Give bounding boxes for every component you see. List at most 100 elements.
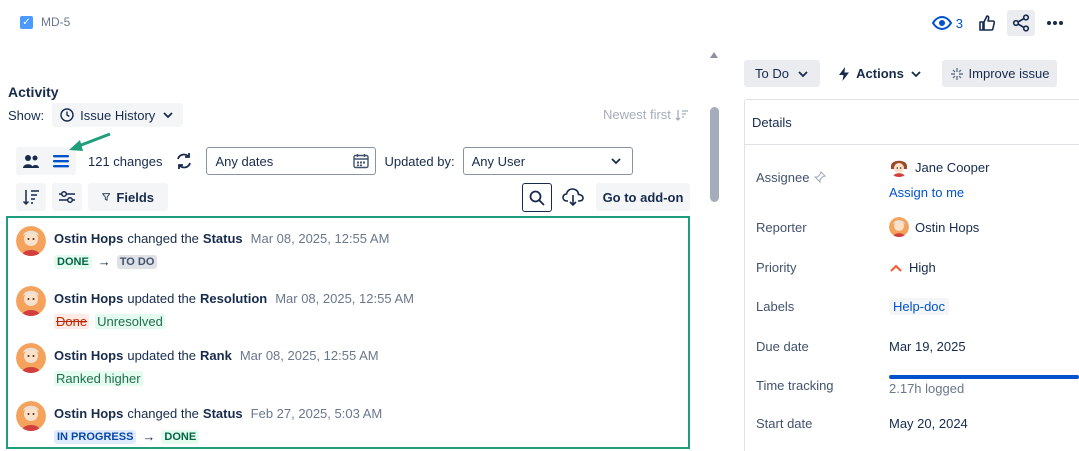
reporter-label: Reporter: [756, 220, 807, 235]
fields-label: Fields: [116, 189, 154, 205]
refresh-icon[interactable]: [174, 151, 194, 171]
top-actions: 3: [928, 10, 1069, 36]
arrow-right-icon: →: [97, 254, 111, 269]
improve-label: Improve issue: [968, 66, 1050, 81]
sort-icon: [675, 109, 688, 121]
checkbox-icon: ✓: [20, 15, 33, 29]
download-button[interactable]: [558, 183, 588, 211]
avatar: [16, 401, 46, 431]
avatar: [16, 286, 46, 316]
old-value: Done: [54, 314, 90, 329]
avatar: [16, 226, 46, 256]
history-change: Ranked higher: [54, 371, 379, 386]
show-dropdown[interactable]: Issue History: [52, 103, 184, 127]
people-view-button[interactable]: [16, 147, 46, 175]
history-field: Resolution: [200, 291, 268, 306]
status-from-lozenge: IN PROGRESS: [54, 429, 137, 444]
eye-icon: [931, 16, 952, 30]
start-date-value[interactable]: May 20, 2024: [889, 416, 968, 431]
history-time: Mar 08, 2025, 12:55 AM: [239, 348, 379, 363]
priority-value[interactable]: High: [889, 260, 936, 275]
history-time: Mar 08, 2025, 12:55 AM: [250, 231, 390, 246]
assign-to-me-link[interactable]: Assign to me: [889, 185, 964, 200]
assignee-name: Jane Cooper: [915, 159, 990, 175]
avatar: [889, 157, 909, 177]
show-label: Show:: [8, 107, 45, 123]
status-to-lozenge: DONE: [161, 429, 200, 444]
user-value: Any User: [471, 153, 526, 169]
improve-issue-button[interactable]: Improve issue: [942, 60, 1057, 87]
history-change: DONE → TO DO: [54, 254, 389, 269]
sort-label: Newest first: [603, 107, 671, 122]
history-verb: changed the: [127, 406, 199, 421]
history-entry-text: Ostin Hops changed the Status Feb 27, 20…: [54, 406, 382, 421]
chevron-down-icon: [610, 158, 621, 165]
sliders-icon: [59, 190, 75, 204]
sort-button[interactable]: [16, 183, 46, 211]
fields-button[interactable]: Fields: [88, 183, 168, 211]
sparkle-icon: [950, 67, 963, 80]
actions-label: Actions: [856, 66, 904, 81]
history-change: Done Unresolved: [54, 314, 414, 329]
filter-settings-button[interactable]: [52, 183, 82, 211]
history-list: Ostin Hops changed the Status Mar 08, 20…: [6, 216, 690, 449]
history-entry: Ostin Hops changed the Status Feb 27, 20…: [16, 401, 382, 444]
history-entry-text: Ostin Hops updated the Resolution Mar 08…: [54, 291, 414, 306]
lightning-icon: [839, 66, 850, 81]
avatar: [889, 217, 909, 237]
labels-value[interactable]: Help-doc: [889, 298, 950, 315]
due-date-value[interactable]: Mar 19, 2025: [889, 339, 966, 354]
history-time: Feb 27, 2025, 5:03 AM: [250, 406, 383, 421]
like-button[interactable]: [973, 10, 1001, 36]
sort-icon: [22, 190, 39, 206]
filter-icon: [102, 193, 111, 201]
share-button[interactable]: [1007, 10, 1035, 36]
reporter-value[interactable]: Ostin Hops: [889, 217, 979, 237]
time-tracking-value: 2.17h logged: [889, 381, 965, 396]
dates-select[interactable]: Any dates: [206, 147, 377, 175]
more-icon: [1047, 21, 1063, 25]
clock-icon: [60, 108, 74, 122]
labels-label: Labels: [756, 299, 795, 314]
show-row: Show: Issue History: [8, 103, 184, 127]
status-to-lozenge: TO DO: [116, 254, 158, 269]
time-tracking-bar[interactable]: [889, 375, 1079, 379]
watch-button[interactable]: 3: [928, 14, 967, 33]
start-date-label: Start date: [756, 416, 813, 431]
details-panel: [744, 99, 1079, 451]
scrollbar-thumb[interactable]: [710, 107, 719, 202]
new-value: Unresolved: [95, 314, 165, 329]
sort-order[interactable]: Newest first: [603, 107, 689, 122]
history-author: Ostin Hops: [54, 231, 124, 246]
annotation-arrow-icon: [69, 132, 111, 151]
search-button[interactable]: [522, 183, 552, 212]
priority-high-icon: [890, 264, 902, 272]
reporter-name: Ostin Hops: [915, 219, 980, 235]
activity-title: Activity: [8, 84, 59, 100]
history-verb: updated the: [127, 348, 197, 363]
history-entry: Ostin Hops changed the Status Mar 08, 20…: [16, 226, 389, 269]
label-tag[interactable]: Help-doc: [889, 298, 950, 315]
assignee-value[interactable]: Jane Cooper: [889, 157, 989, 177]
user-select[interactable]: Any User: [462, 147, 633, 175]
history-entry-text: Ostin Hops changed the Status Mar 08, 20…: [54, 231, 389, 246]
show-value: Issue History: [80, 107, 156, 123]
issue-key[interactable]: ✓ MD-5: [20, 15, 70, 29]
more-button[interactable]: [1041, 10, 1069, 36]
actions-button[interactable]: Actions: [830, 60, 930, 87]
avatar: [16, 343, 46, 373]
share-icon: [1012, 14, 1030, 32]
dates-value: Any dates: [215, 153, 274, 169]
status-button[interactable]: To Do: [744, 60, 820, 87]
status-label: To Do: [755, 66, 789, 81]
changes-count: 121 changes: [88, 153, 163, 169]
go-to-addon-button[interactable]: Go to add-on: [596, 183, 690, 211]
history-author: Ostin Hops: [54, 348, 124, 363]
history-entry-text: Ostin Hops updated the Rank Mar 08, 2025…: [54, 348, 379, 363]
history-entry: Ostin Hops updated the Rank Mar 08, 2025…: [16, 343, 379, 386]
scroll-up-arrow-icon[interactable]: [710, 52, 718, 58]
pin-icon[interactable]: [814, 171, 826, 183]
thumbs-up-icon: [979, 15, 996, 31]
new-value: Ranked higher: [54, 371, 143, 386]
history-author: Ostin Hops: [54, 406, 124, 421]
